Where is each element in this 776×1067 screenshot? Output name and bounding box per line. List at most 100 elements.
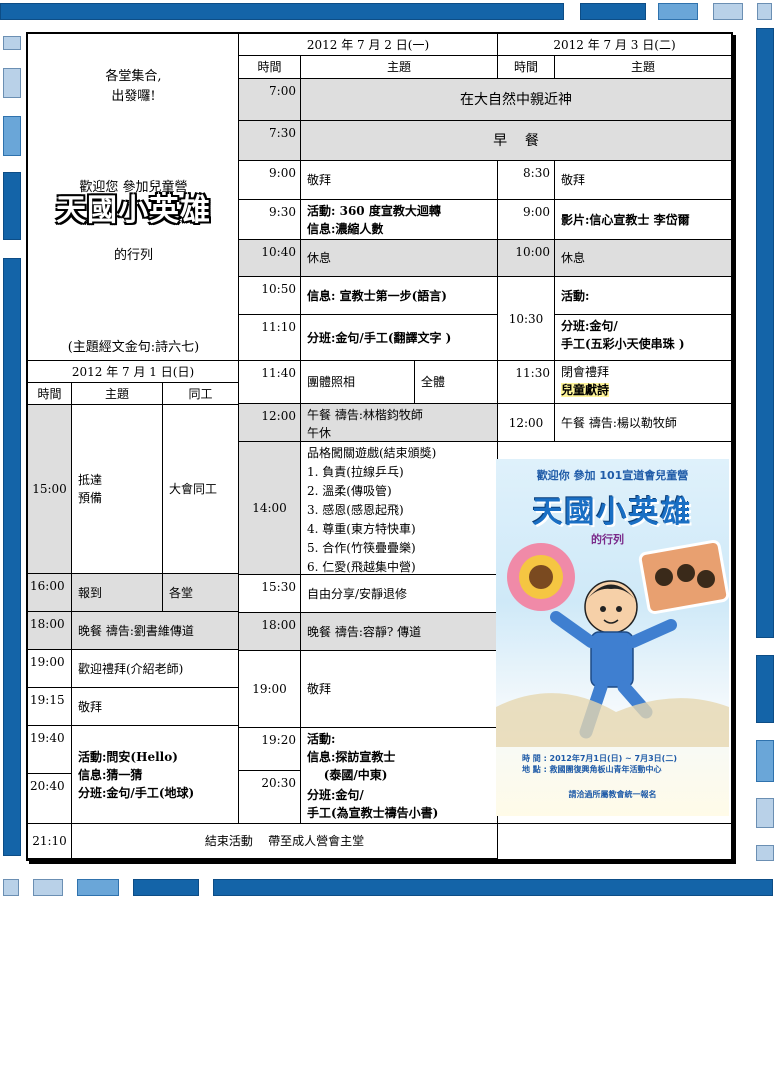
day2-topic-retreat: 自由分享/安靜退修	[301, 575, 498, 613]
bottom-block-3	[77, 879, 119, 896]
day3-time-1200: 12:00	[498, 404, 555, 442]
day2-visit-lines: 活動: 信息:探訪宣教士 (泰國/中東)	[307, 732, 396, 782]
day3-topic-worship: 敬拜	[555, 161, 731, 200]
day2-topic-lunch: 午餐 禱告:林楷鈞牧師 午休	[301, 404, 498, 442]
day3-topic-break: 休息	[555, 240, 731, 277]
day2-time-0930: 9:30	[239, 200, 301, 240]
day2-topic-character-games: 品格闖關遊戲(結束頒獎) 1. 負責(拉線乒乓) 2. 溫柔(傳吸管) 3. 感…	[301, 442, 498, 575]
day3-time-0900: 9:00	[498, 200, 555, 240]
bottom-banner-bar	[213, 879, 773, 896]
left-block-1	[3, 36, 21, 50]
nature-devotion: 在大自然中親近神	[301, 79, 731, 121]
day3-date: 2012 年 7 月 3 日(二)	[498, 34, 731, 56]
day1-time-2040: 20:40	[28, 774, 72, 824]
day1-topic-end: 結束活動 帶至成人營會主堂	[72, 824, 498, 859]
bottom-block-1	[3, 879, 19, 896]
day2-topic-visit-missionary: 活動: 信息:探訪宣教士 (泰國/中東) 分班:金句/ 手工(為宣教士禱告小書)	[301, 728, 498, 824]
poster-header: 歡迎你 參加 101宣道會兒童營	[536, 469, 689, 482]
day1-time-1940: 19:40	[28, 726, 72, 774]
day1-time-1500: 15:00	[28, 405, 72, 574]
day2-class-prayer-book: 分班:金句/ 手工(為宣教士禱告小書)	[307, 788, 439, 820]
top-block-4	[757, 3, 772, 20]
day3-closing-worship: 閉會禮拜	[561, 365, 610, 379]
gather-line-2: 出發囉!	[111, 89, 156, 104]
poster-time: 時 間 : 2012年7月1日(日) ~ 7月3日(二)	[522, 754, 677, 763]
children-photo-icon	[638, 539, 729, 615]
day1-time-1900: 19:00	[28, 650, 72, 688]
children-choir-highlight: 兒童獻詩	[561, 383, 610, 397]
day2-date: 2012 年 7 月 2 日(一)	[239, 34, 498, 56]
day1-topic-welcome-worship: 歡迎禮拜(介紹老師)	[72, 650, 239, 688]
theme-verse: (主題經文金句:詩六七)	[67, 340, 200, 355]
day2-header-time: 時間	[239, 56, 301, 79]
day3-time-1130: 11:30	[498, 361, 555, 404]
day1-date: 2012 年 7 月 1 日(日)	[28, 361, 239, 383]
breakfast: 早 餐	[301, 121, 731, 161]
schedule-table: 各堂集合, 出發囉! 歡迎您 參加兒童營 天國小英雄 的行列 (主題經文金句:詩…	[26, 32, 733, 861]
day3-time-0830: 8:30	[498, 161, 555, 200]
poster-place: 地 點 : 救國團復興角板山青年活動中心	[522, 765, 662, 774]
day2-photo-all: 全體	[415, 361, 498, 404]
day3-time-1030: 10:30	[498, 277, 555, 361]
right-block-1	[756, 655, 774, 723]
top-block-3	[713, 3, 743, 20]
left-block-2	[3, 68, 21, 98]
camp-poster: 歡迎你 參加 101宣道會兒童營 天國小英雄 的行列 時 間: 2012年7月…	[496, 459, 729, 816]
day2-time-1400: 14:00	[239, 442, 301, 575]
intro-panel: 各堂集合, 出發囉! 歡迎您 參加兒童營 天國小英雄 的行列 (主題經文金句:詩…	[28, 34, 239, 361]
day1-topic-dinner: 晚餐 禱告:劉書維傳道	[72, 612, 239, 650]
day2-topic-break: 休息	[301, 240, 498, 277]
day1-staff-arrive: 大會同工	[163, 405, 239, 574]
day2-time-1900: 19:00	[239, 651, 301, 728]
top-block-1	[580, 3, 646, 20]
day2-time-2030: 20:30	[239, 771, 301, 824]
day3-time-1000: 10:00	[498, 240, 555, 277]
day2-time-1200: 12:00	[239, 404, 301, 442]
camp-logo-title: 天國小英雄	[56, 193, 211, 228]
right-block-4	[756, 845, 774, 861]
day1-header-time: 時間	[28, 383, 72, 405]
day2-time-1920: 19:20	[239, 728, 301, 771]
day2-topic-worship: 敬拜	[301, 161, 498, 200]
hills-icon	[496, 693, 729, 747]
day1-topic-arrive: 抵達 預備	[72, 405, 163, 574]
bottom-block-4	[133, 879, 199, 896]
day2-topic-class-translate: 分班:金句/手工(翻譯文字 )	[301, 315, 498, 361]
poster-footer: 請洽過所屬教會統一報名	[568, 790, 657, 799]
day1-time-1915: 19:15	[28, 688, 72, 726]
day2-header-topic: 主題	[301, 56, 498, 79]
day2-topic-mission-activity: 活動: 360 度宣教大迴轉 信息:濃縮人數	[301, 200, 498, 240]
day3-header-topic: 主題	[555, 56, 731, 79]
left-side-bar	[3, 258, 21, 856]
logo-subtitle: 的行列	[113, 248, 153, 263]
day2-time-1050: 10:50	[239, 277, 301, 315]
day3-topic-lunch: 午餐 禱告:楊以勒牧師	[555, 404, 731, 442]
poster-title: 天國小英雄	[532, 495, 693, 530]
day1-topic-activity: 活動:問安(Hello) 信息:猜一猜 分班:金句/手工(地球)	[72, 726, 239, 824]
top-banner-bar	[0, 3, 564, 20]
day3-header-time: 時間	[498, 56, 555, 79]
poster-illustration	[496, 539, 729, 747]
day2-time-1040: 10:40	[239, 240, 301, 277]
day2-time-1110: 11:10	[239, 315, 301, 361]
day2-time-1800: 18:00	[239, 613, 301, 651]
day1-time-2110: 21:10	[28, 824, 72, 859]
day2-topic-evening-worship: 敬拜	[301, 651, 498, 728]
day1-header-topic: 主題	[72, 383, 163, 405]
top-block-2	[658, 3, 698, 20]
day2-time-1140: 11:40	[239, 361, 301, 404]
day2-time-0900: 9:00	[239, 161, 301, 200]
day1-time-1800: 18:00	[28, 612, 72, 650]
day1-topic-worship: 敬拜	[72, 688, 239, 726]
day3-topic-film: 影片:信心宣教士 李岱爾	[555, 200, 731, 240]
day2-topic-group-photo: 團體照相	[301, 361, 415, 404]
day3-topic-activity: 活動:	[555, 277, 731, 315]
bottom-block-2	[33, 879, 63, 896]
sunflower-icon	[507, 543, 575, 611]
right-block-2	[756, 740, 774, 782]
day2-time-0700: 7:00	[239, 79, 301, 121]
day2-time-1530: 15:30	[239, 575, 301, 613]
right-block-3	[756, 798, 774, 828]
gather-line-1: 各堂集合,	[105, 69, 162, 84]
left-block-4	[3, 172, 21, 240]
